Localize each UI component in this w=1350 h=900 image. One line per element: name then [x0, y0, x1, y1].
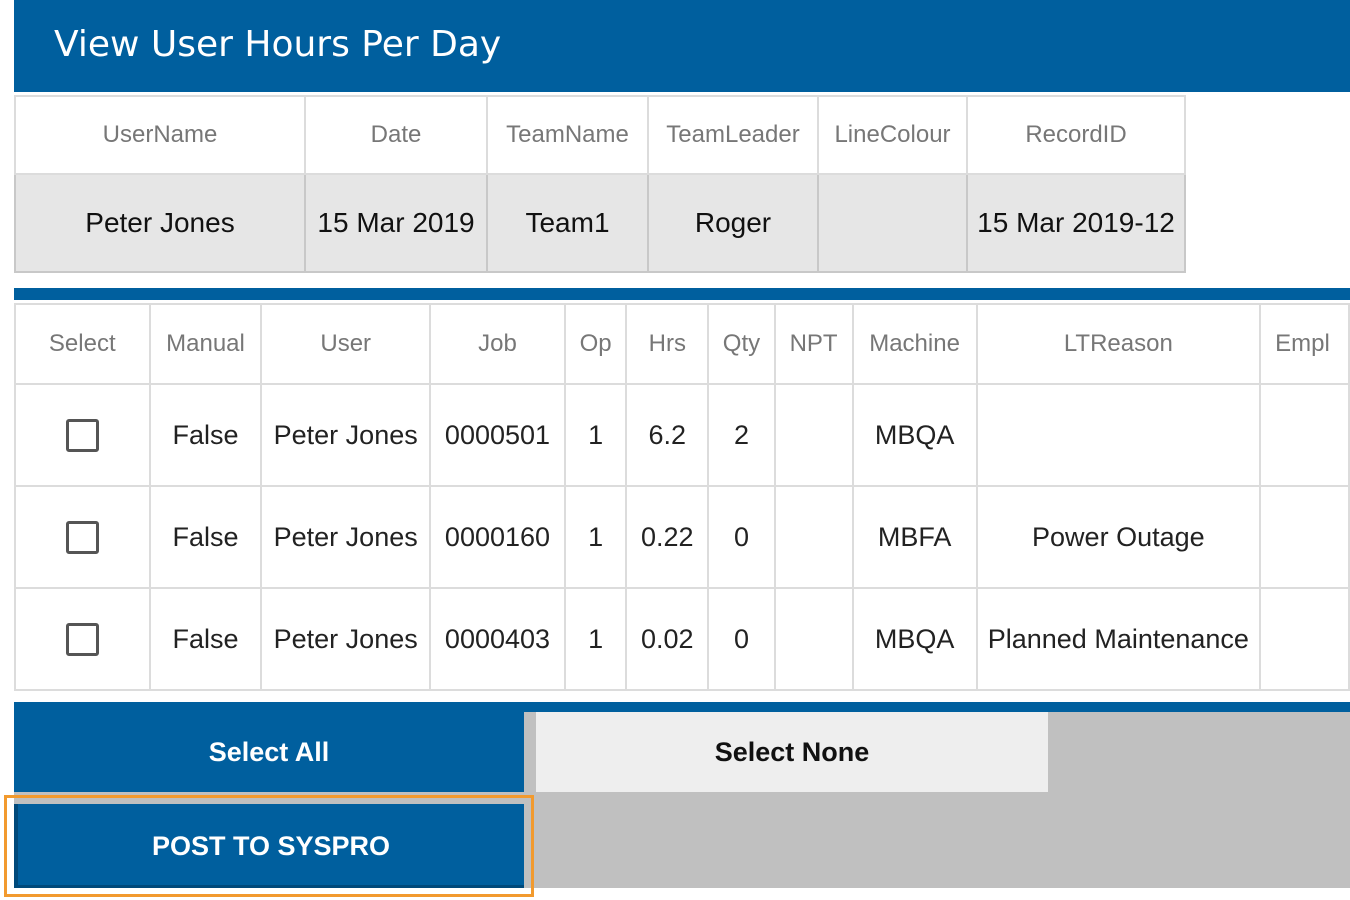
job-cell: 0000403 — [428, 587, 567, 691]
column-header-user[interactable]: User — [260, 303, 431, 385]
table-row[interactable]: False Peter Jones 0000160 1 0.22 0 MBFA … — [14, 485, 1350, 589]
column-header-manual[interactable]: Manual — [148, 303, 263, 385]
user-cell: Peter Jones — [260, 383, 431, 487]
info-value-username: Peter Jones — [14, 173, 306, 273]
hours-table: Select Manual User Job Op Hrs Qty NPT Ma… — [14, 303, 1350, 691]
hrs-cell: 0.22 — [625, 485, 710, 589]
column-header-op[interactable]: Op — [564, 303, 628, 385]
table-row[interactable]: False Peter Jones 0000501 1 6.2 2 MBQA — [14, 383, 1350, 487]
user-cell: Peter Jones — [260, 485, 431, 589]
empl-cell — [1259, 383, 1350, 487]
title-bar: View User Hours Per Day — [14, 0, 1350, 92]
npt-cell — [773, 587, 854, 691]
manual-cell: False — [148, 587, 263, 691]
actions-divider — [14, 702, 1350, 712]
info-header-row: UserName Date TeamName TeamLeader LineCo… — [14, 95, 1186, 175]
select-cell[interactable] — [14, 383, 151, 487]
npt-cell — [773, 485, 854, 589]
column-header-ltreason[interactable]: LTReason — [975, 303, 1262, 385]
select-cell[interactable] — [14, 485, 151, 589]
info-header-date: Date — [304, 95, 488, 175]
column-header-machine[interactable]: Machine — [851, 303, 978, 385]
select-cell[interactable] — [14, 587, 151, 691]
table-row[interactable]: False Peter Jones 0000403 1 0.02 0 MBQA … — [14, 587, 1350, 691]
row-checkbox[interactable] — [65, 622, 99, 656]
manual-cell: False — [148, 485, 263, 589]
info-value-teamname: Team1 — [486, 173, 649, 273]
column-header-hrs[interactable]: Hrs — [625, 303, 710, 385]
column-header-select[interactable]: Select — [14, 303, 151, 385]
column-header-qty[interactable]: Qty — [707, 303, 776, 385]
row-checkbox[interactable] — [65, 520, 99, 554]
info-header-linecolour: LineColour — [817, 95, 968, 175]
post-to-syspro-button[interactable]: POST TO SYSPRO — [14, 804, 524, 888]
info-value-linecolour — [817, 173, 968, 273]
job-cell: 0000501 — [428, 383, 567, 487]
empl-cell — [1259, 587, 1350, 691]
hrs-cell: 0.02 — [625, 587, 710, 691]
info-value-row: Peter Jones 15 Mar 2019 Team1 Roger 15 M… — [14, 173, 1186, 273]
column-header-empl[interactable]: Empl — [1259, 303, 1350, 385]
ltreason-cell: Planned Maintenance — [975, 587, 1262, 691]
info-header-recordid: RecordID — [966, 95, 1186, 175]
column-header-job[interactable]: Job — [428, 303, 567, 385]
grid-header-row: Select Manual User Job Op Hrs Qty NPT Ma… — [14, 303, 1350, 385]
machine-cell: MBFA — [851, 485, 978, 589]
hours-grid[interactable]: Select Manual User Job Op Hrs Qty NPT Ma… — [14, 303, 1350, 691]
info-value-recordid: 15 Mar 2019-12 — [966, 173, 1186, 273]
page-title: View User Hours Per Day — [54, 24, 502, 65]
op-cell: 1 — [564, 485, 628, 589]
op-cell: 1 — [564, 587, 628, 691]
info-value-date: 15 Mar 2019 — [304, 173, 488, 273]
machine-cell: MBQA — [851, 587, 978, 691]
manual-cell: False — [148, 383, 263, 487]
record-info-table: UserName Date TeamName TeamLeader LineCo… — [14, 95, 1186, 273]
info-value-teamleader: Roger — [647, 173, 819, 273]
op-cell: 1 — [564, 383, 628, 487]
select-none-button[interactable]: Select None — [536, 712, 1048, 792]
info-header-username: UserName — [14, 95, 306, 175]
npt-cell — [773, 383, 854, 487]
info-header-teamleader: TeamLeader — [647, 95, 819, 175]
ltreason-cell — [975, 383, 1262, 487]
row-checkbox[interactable] — [65, 418, 99, 452]
user-cell: Peter Jones — [260, 587, 431, 691]
column-header-npt[interactable]: NPT — [773, 303, 854, 385]
job-cell: 0000160 — [428, 485, 567, 589]
machine-cell: MBQA — [851, 383, 978, 487]
hrs-cell: 6.2 — [625, 383, 710, 487]
empl-cell — [1259, 485, 1350, 589]
ltreason-cell: Power Outage — [975, 485, 1262, 589]
info-header-teamname: TeamName — [486, 95, 649, 175]
select-all-button[interactable]: Select All — [14, 712, 524, 792]
qty-cell: 0 — [707, 587, 776, 691]
qty-cell: 0 — [707, 485, 776, 589]
section-divider — [14, 288, 1350, 300]
qty-cell: 2 — [707, 383, 776, 487]
